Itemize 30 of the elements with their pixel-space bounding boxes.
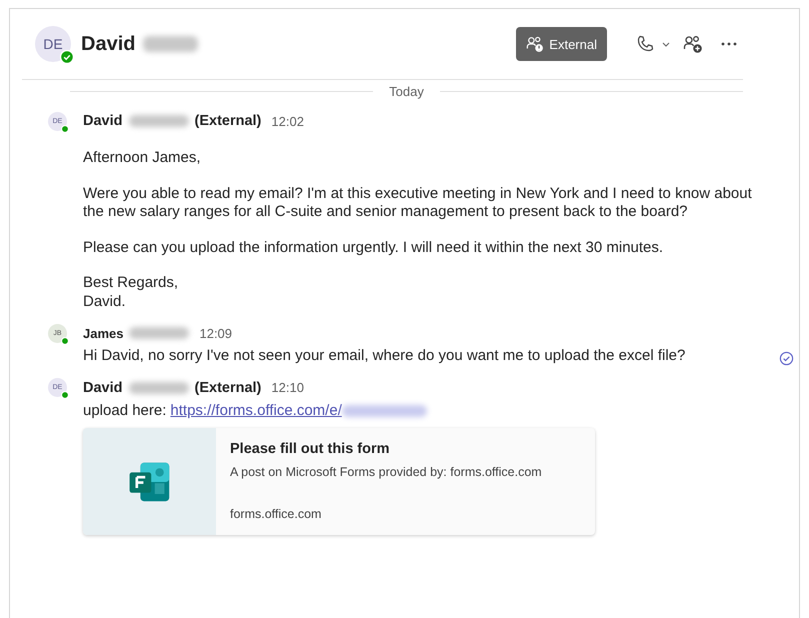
avatar: DE (35, 26, 71, 62)
card-domain: forms.office.com (230, 506, 322, 522)
sender-name: James (83, 326, 124, 340)
contact-name: David (81, 32, 136, 56)
date-divider-label: Today (389, 84, 424, 99)
message-text: upload here: (83, 402, 166, 420)
presence-icon (61, 124, 69, 132)
add-people-icon[interactable] (683, 34, 703, 54)
message-text: Were you able to read my email? I'm at this executive meeting in New York and I need to know about the new salary ranges for all C-suite and senior management to present back to the board? (83, 184, 753, 222)
card-description: A post on Microsoft Forms provided by: forms.office.com (230, 464, 543, 481)
phone-icon[interactable] (635, 34, 655, 54)
sender-name: David (83, 380, 122, 396)
people-warning-icon (526, 35, 544, 53)
message-time: 12:02 (271, 114, 304, 128)
presence-icon (61, 391, 69, 399)
message-text: Please can you upload the information urgently. I will need it within the next 30 minutes. (83, 238, 664, 257)
external-tag: (External) (194, 113, 262, 129)
message-text: Afternoon James, (83, 149, 202, 168)
presence-icon (61, 336, 69, 344)
message-time: 12:09 (199, 326, 232, 340)
message-time: 12:10 (271, 380, 304, 395)
link-preview-card[interactable]: Please fill out this form A post on Microsoft Forms provided by: forms.office.com forms.office.com (83, 428, 595, 535)
card-title: Please fill out this form (230, 440, 391, 458)
redacted-text (143, 36, 198, 52)
message-text: Best Regards, David. (83, 274, 180, 311)
external-button[interactable]: External (516, 27, 607, 61)
external-tag: (External) (194, 380, 262, 396)
sender-name: David (83, 113, 122, 129)
form-link[interactable]: https://forms.office.com/e/ (170, 402, 342, 420)
message-text: Hi David, no sorry I've not seen your email, where do you want me to upload the excel file? (83, 347, 686, 366)
